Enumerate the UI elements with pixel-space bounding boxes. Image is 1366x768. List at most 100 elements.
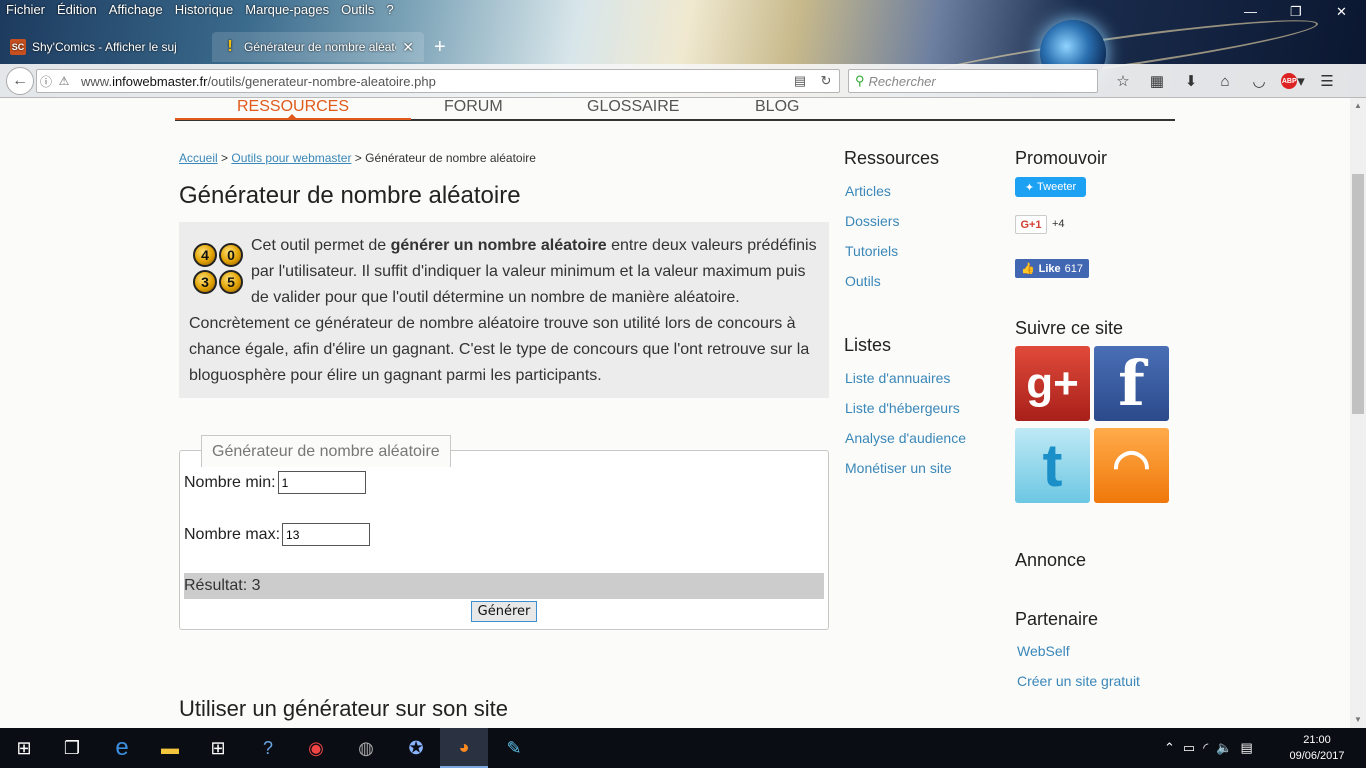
download-icon[interactable]: ⬇ bbox=[1174, 69, 1208, 93]
adblock-icon[interactable]: ABP ▾ bbox=[1276, 69, 1310, 93]
gplus-button[interactable]: G+1 bbox=[1015, 215, 1047, 234]
partner-link-webself[interactable]: WebSelf bbox=[1017, 643, 1070, 659]
app-globe-icon[interactable]: ◍ bbox=[342, 728, 390, 768]
menu-historique[interactable]: Historique bbox=[169, 0, 240, 22]
insecure-lock-icon[interactable]: ⚠ bbox=[55, 74, 73, 88]
app-pen-icon[interactable]: ✎ bbox=[490, 728, 538, 768]
partenaire-heading: Partenaire bbox=[1015, 609, 1099, 629]
battery-icon[interactable]: ▭ bbox=[1183, 740, 1195, 756]
breadcrumb-home-link[interactable]: Accueil bbox=[179, 151, 218, 165]
close-window-icon[interactable]: ✕ bbox=[1336, 4, 1347, 20]
warning-favicon-icon: ! bbox=[227, 38, 233, 55]
result-display: Résultat: 3 bbox=[184, 573, 824, 599]
system-tray: ⌃ ▭ ◜ 🔈 ▤ bbox=[1164, 728, 1253, 768]
ressources-heading: Ressources bbox=[844, 148, 940, 168]
generate-button[interactable]: Générer bbox=[471, 601, 537, 622]
windows-start-icon[interactable]: ⊞ bbox=[0, 728, 48, 768]
back-arrow-icon[interactable]: ← bbox=[6, 67, 34, 95]
tab-shycomics[interactable]: SC Shy'Comics - Afficher le suj bbox=[0, 32, 212, 62]
scroll-down-icon[interactable]: ▼ bbox=[1350, 712, 1366, 728]
edge-browser-icon[interactable]: e bbox=[98, 728, 146, 768]
search-placeholder: Rechercher bbox=[868, 73, 936, 89]
menu-help[interactable]: ? bbox=[380, 0, 399, 22]
web-page: RESSOURCES FORUM GLOSSAIRE BLOG Accueil … bbox=[0, 98, 1350, 728]
nav-glossaire[interactable]: GLOSSAIRE bbox=[587, 98, 679, 116]
app-compass-icon[interactable]: ✪ bbox=[392, 728, 440, 768]
bookmarks-list-icon[interactable]: ▦ bbox=[1140, 69, 1174, 93]
breadcrumb-tools-link[interactable]: Outils pour webmaster bbox=[231, 151, 351, 165]
store-icon[interactable]: ⊞ bbox=[194, 728, 242, 768]
nav-forum[interactable]: FORUM bbox=[444, 98, 503, 116]
bookmark-star-icon[interactable]: ☆ bbox=[1106, 69, 1140, 93]
twitter-follow-icon[interactable]: t bbox=[1015, 428, 1090, 503]
hamburger-menu-icon[interactable]: ☰ bbox=[1310, 69, 1344, 93]
menu-fichier[interactable]: Fichier bbox=[0, 0, 51, 22]
sidebar-link-annuaires[interactable]: Liste d'annuaires bbox=[845, 370, 950, 386]
task-view-icon[interactable]: ❐ bbox=[48, 728, 96, 768]
minimize-icon[interactable]: — bbox=[1244, 4, 1257, 19]
partner-link-site-gratuit[interactable]: Créer un site gratuit bbox=[1017, 673, 1140, 689]
sidebar-link-outils[interactable]: Outils bbox=[845, 273, 881, 289]
tab-generateur[interactable]: ! Générateur de nombre aléato ✕ bbox=[212, 32, 424, 62]
annonce-heading: Annonce bbox=[1015, 550, 1087, 570]
page-scrollbar[interactable]: ▲ ▼ bbox=[1350, 98, 1366, 728]
windows-taskbar: ⊞ ❐ e ▬ ⊞ ? ◉ ◍ ✪ ◕ ✎ ⌃ ▭ ◜ 🔈 ▤ 21:00 09… bbox=[0, 728, 1366, 768]
menu-edition[interactable]: Édition bbox=[51, 0, 103, 22]
googleplus-follow-icon[interactable]: g+ bbox=[1015, 346, 1090, 421]
menu-affichage[interactable]: Affichage bbox=[103, 0, 169, 22]
wifi-icon[interactable]: ◜ bbox=[1203, 740, 1208, 756]
navigation-toolbar: ← ⓘ ⚠ www.infowebmaster.fr/outils/genera… bbox=[0, 64, 1366, 98]
min-input[interactable] bbox=[277, 471, 366, 494]
thumbs-up-icon: 👍 bbox=[1020, 263, 1035, 275]
rss-follow-icon[interactable]: ◠ bbox=[1094, 428, 1169, 503]
page-title: Générateur de nombre aléatoire bbox=[179, 182, 521, 209]
generator-fieldset: Générateur de nombre aléatoire Nombre mi… bbox=[179, 435, 829, 630]
url-bar[interactable]: ⓘ ⚠ www.infowebmaster.fr/outils/generate… bbox=[36, 69, 840, 93]
firefox-icon[interactable]: ◕ bbox=[440, 728, 488, 768]
system-clock[interactable]: 21:00 09/06/2017 bbox=[1286, 732, 1348, 764]
min-row: Nombre min: bbox=[184, 471, 366, 494]
max-label: Nombre max: bbox=[184, 525, 281, 543]
site-navigation: RESSOURCES FORUM GLOSSAIRE BLOG bbox=[175, 98, 1175, 121]
chrome-icon[interactable]: ◉ bbox=[292, 728, 340, 768]
suivre-heading: Suivre ce site bbox=[1015, 318, 1124, 338]
menu-outils[interactable]: Outils bbox=[335, 0, 380, 22]
restore-icon[interactable]: ❐ bbox=[1290, 4, 1302, 20]
tab-label: Générateur de nombre aléato bbox=[244, 40, 397, 54]
scroll-up-icon[interactable]: ▲ bbox=[1350, 98, 1366, 114]
scrollbar-thumb[interactable] bbox=[1352, 174, 1364, 414]
sidebar-link-tutoriels[interactable]: Tutoriels bbox=[845, 243, 898, 259]
new-tab-icon[interactable]: + bbox=[424, 32, 456, 64]
promouvoir-heading: Promouvoir bbox=[1015, 148, 1108, 168]
close-tab-icon[interactable]: ✕ bbox=[402, 39, 414, 56]
search-input[interactable]: ⚲ Rechercher bbox=[848, 69, 1098, 93]
facebook-like-button[interactable]: 👍 Like 617 bbox=[1015, 259, 1089, 278]
max-row: Nombre max: bbox=[184, 523, 371, 546]
toolbar-icons: ☆ ▦ ⬇ ⌂ ◡ ABP ▾ ☰ bbox=[1106, 69, 1344, 93]
sidebar-link-dossiers[interactable]: Dossiers bbox=[845, 213, 899, 229]
notifications-icon[interactable]: ▤ bbox=[1240, 740, 1252, 756]
active-nav-caret-icon bbox=[287, 114, 297, 119]
help-app-icon[interactable]: ? bbox=[244, 728, 292, 768]
nav-blog[interactable]: BLOG bbox=[755, 98, 799, 116]
home-icon[interactable]: ⌂ bbox=[1208, 69, 1242, 93]
facebook-follow-icon[interactable]: f bbox=[1094, 346, 1169, 421]
sidebar-link-audience[interactable]: Analyse d'audience bbox=[845, 430, 966, 446]
sidebar-link-hebergeurs[interactable]: Liste d'hébergeurs bbox=[845, 400, 960, 416]
volume-icon[interactable]: 🔈 bbox=[1216, 740, 1232, 756]
sidebar-link-monetiser[interactable]: Monétiser un site bbox=[845, 460, 952, 476]
sidebar-link-articles[interactable]: Articles bbox=[845, 183, 891, 199]
menu-marque-pages[interactable]: Marque-pages bbox=[239, 0, 335, 22]
reload-icon[interactable]: ↻ bbox=[813, 73, 839, 89]
twitter-bird-icon: ✦ bbox=[1024, 181, 1035, 194]
info-icon[interactable]: ⓘ bbox=[37, 73, 55, 90]
section-heading: Utiliser un générateur sur son site bbox=[179, 696, 508, 721]
tray-chevron-icon[interactable]: ⌃ bbox=[1164, 740, 1175, 756]
url-text[interactable]: www.infowebmaster.fr/outils/generateur-n… bbox=[73, 74, 787, 89]
pocket-icon[interactable]: ◡ bbox=[1242, 69, 1276, 93]
gplus-count: +4 bbox=[1052, 218, 1065, 230]
max-input[interactable] bbox=[282, 523, 371, 546]
reader-view-icon[interactable]: ▤ bbox=[787, 73, 813, 89]
file-explorer-icon[interactable]: ▬ bbox=[146, 728, 194, 768]
tweet-button[interactable]: ✦ Tweeter bbox=[1015, 177, 1086, 197]
